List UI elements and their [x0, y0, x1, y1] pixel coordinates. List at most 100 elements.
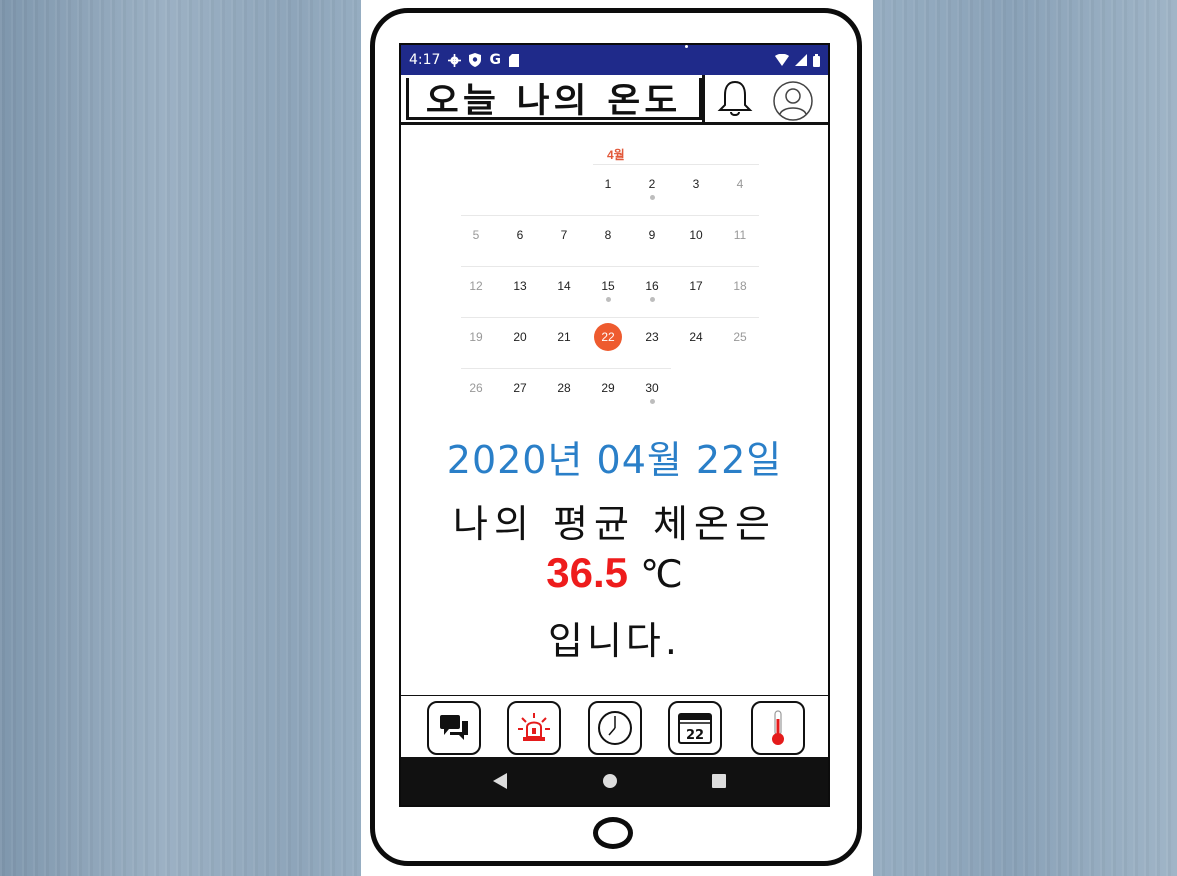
calendar-day-number: 16	[645, 279, 659, 293]
calendar-day[interactable]: 12	[461, 278, 491, 294]
event-dot	[649, 195, 655, 200]
calendar-day[interactable]: 16	[637, 278, 667, 302]
calendar-day[interactable]: 13	[505, 278, 535, 294]
thermometer-icon	[772, 710, 784, 745]
calendar-day[interactable]: 23	[637, 329, 667, 345]
calendar-day-number: 14	[557, 279, 571, 293]
calendar-day-number: 27	[513, 381, 527, 395]
tab-clock[interactable]	[588, 701, 642, 755]
android-nav-bar	[401, 757, 828, 805]
calendar-day-number: 13	[513, 279, 527, 293]
calendar-month-label: 4월	[607, 148, 625, 162]
calendar-day[interactable]: 28	[549, 380, 579, 396]
calendar-day[interactable]: 27	[505, 380, 535, 396]
calendar-week-row: 19 20 21 22 23 24 25	[461, 317, 786, 367]
calendar-day[interactable]: 4	[725, 176, 755, 192]
calendar-day-number: 4	[736, 177, 744, 191]
calendar-day-number: 30	[645, 381, 659, 395]
hardware-home-button[interactable]	[593, 817, 633, 849]
camera-dot	[685, 45, 688, 48]
shield-icon	[469, 53, 482, 67]
calendar-day[interactable]: 29	[593, 380, 623, 396]
calendar-day[interactable]: 10	[681, 227, 711, 243]
bottom-tab-bar: 22	[401, 695, 828, 757]
event-dot	[649, 297, 655, 302]
event-dot	[605, 297, 611, 302]
clock-icon	[598, 711, 632, 745]
calendar-day[interactable]: 21	[549, 329, 579, 345]
calendar-day[interactable]: 15	[593, 278, 623, 302]
calendar-day-number: 23	[645, 330, 659, 344]
calendar-week-row: 1 2 3 4	[461, 164, 786, 214]
calendar-day[interactable]: 18	[725, 278, 755, 294]
calendar-day[interactable]: 26	[461, 380, 491, 396]
calendar-day-number: 17	[689, 279, 703, 293]
calendar-day[interactable]: 6	[505, 227, 535, 243]
battery-icon	[813, 53, 820, 67]
siren-icon	[518, 713, 550, 741]
calendar-day[interactable]: 5	[461, 227, 491, 243]
calendar-day-number: 10	[689, 228, 703, 242]
calendar-tab-number: 22	[686, 728, 704, 743]
signal-icon	[795, 54, 807, 66]
calendar-icon: 22	[678, 713, 712, 744]
calendar-day[interactable]: 3	[681, 176, 711, 192]
tab-calendar[interactable]: 22	[668, 701, 722, 755]
tab-emergency[interactable]	[507, 701, 561, 755]
calendar-day-number: 11	[733, 228, 747, 242]
chat-icon	[440, 715, 468, 740]
calendar-day[interactable]: 24	[681, 329, 711, 345]
info-date: 2020년 04월 22일	[446, 438, 783, 482]
app-bar: 오늘 나의 온도	[401, 75, 828, 125]
settings-icon	[448, 53, 462, 67]
home-icon[interactable]	[603, 774, 617, 788]
calendar-day[interactable]: 20	[505, 329, 535, 345]
recents-icon[interactable]	[712, 774, 726, 788]
calendar-day[interactable]: 2	[637, 176, 667, 200]
calendar-day[interactable]: 1	[593, 176, 623, 192]
calendar-day[interactable]: 30	[637, 380, 667, 404]
calendar-day[interactable]: 25	[725, 329, 755, 345]
phone-screen: 4:17 G 오늘 나의 온도 4월 1 2 3 4 5 6 7 8 9 10 …	[399, 43, 830, 807]
calendar-day[interactable]: 17	[681, 278, 711, 294]
profile-icon[interactable]	[771, 79, 815, 123]
calendar-day[interactable]: 11	[725, 227, 755, 243]
calendar-day[interactable]: 9	[637, 227, 667, 243]
google-icon: G	[489, 52, 501, 68]
calendar-day[interactable]: 8	[593, 227, 623, 243]
calendar-day[interactable]: 14	[549, 278, 579, 294]
calendar-day-number: 12	[469, 279, 483, 293]
calendar-week-row: 12 13 14 15 16 17 18	[461, 266, 786, 316]
event-dot	[649, 399, 655, 404]
calendar-day-number: 1	[604, 177, 612, 191]
calendar-day-number: 22	[594, 323, 622, 351]
calendar-day-number: 9	[648, 228, 656, 242]
calendar-row-divider	[461, 266, 759, 267]
app-bar-divider	[702, 75, 705, 122]
info-temperature: 36.5 ℃	[401, 549, 828, 597]
bell-icon[interactable]	[715, 79, 755, 119]
calendar-day-number: 20	[513, 330, 527, 344]
info-suffix: 입니다.	[548, 619, 681, 663]
tab-chat[interactable]	[427, 701, 481, 755]
calendar-day[interactable]: 19	[461, 329, 491, 345]
calendar-row-divider	[461, 368, 671, 369]
calendar-row-divider	[461, 317, 759, 318]
status-time: 4:17	[409, 52, 441, 68]
back-icon[interactable]	[493, 773, 507, 789]
calendar-day-selected[interactable]: 22	[593, 323, 623, 351]
sd-card-icon	[508, 53, 519, 67]
calendar-day-number: 5	[472, 228, 480, 242]
calendar-day[interactable]: 7	[549, 227, 579, 243]
status-bar: 4:17 G	[401, 45, 828, 75]
calendar-day-number: 29	[601, 381, 615, 395]
calendar-day-number: 7	[560, 228, 568, 242]
tab-temperature[interactable]	[751, 701, 805, 755]
calendar-row-divider	[593, 164, 759, 165]
calendar-day-number: 26	[469, 381, 483, 395]
calendar-week-row: 26 27 28 29 30	[461, 368, 786, 418]
app-title: 오늘 나의 온도	[406, 78, 702, 121]
calendar-day-number: 6	[516, 228, 524, 242]
calendar-day-number: 24	[689, 330, 703, 344]
calendar-day-number: 2	[648, 177, 656, 191]
